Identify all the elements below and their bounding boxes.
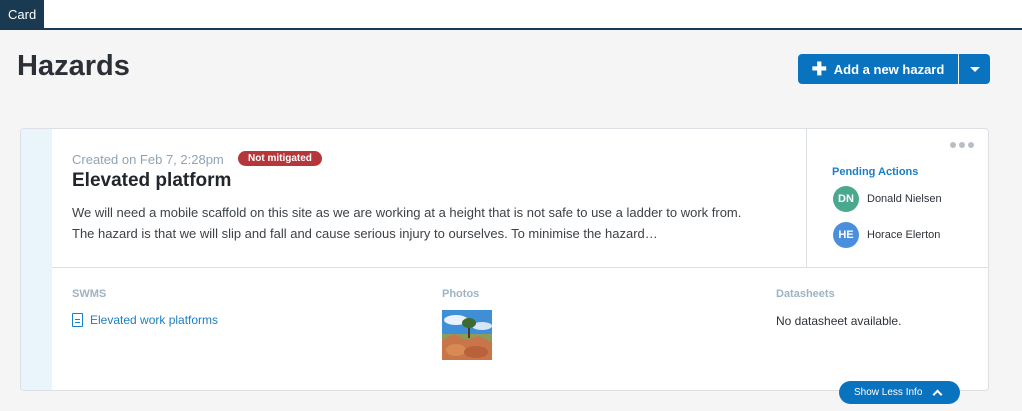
pending-person[interactable]: HE Horace Elerton [833, 222, 940, 248]
page-title: Hazards [17, 50, 130, 82]
add-hazard-button[interactable]: ✚ Add a new hazard [798, 54, 958, 84]
show-less-button[interactable]: Show Less Info [839, 381, 960, 404]
avatar: HE [833, 222, 859, 248]
datasheets-label: Datasheets [776, 288, 835, 300]
no-datasheet-text: No datasheet available. [776, 314, 902, 328]
show-less-label: Show Less Info [854, 387, 923, 398]
photo-thumbnail[interactable] [442, 310, 492, 360]
top-bar: Card [0, 0, 1022, 30]
add-hazard-label: Add a new hazard [833, 61, 945, 77]
person-name: Donald Nielsen [867, 193, 942, 205]
person-name: Horace Elerton [867, 229, 941, 241]
pending-person[interactable]: DN Donald Nielsen [833, 186, 942, 212]
swms-link-text: Elevated work platforms [90, 313, 219, 327]
hazard-description: We will need a mobile scaffold on this s… [72, 205, 742, 241]
pending-actions-label: Pending Actions [832, 166, 919, 178]
document-icon [72, 313, 83, 327]
card-accent-bar [21, 129, 52, 390]
tab-card[interactable]: Card [0, 0, 45, 30]
card-divider-vertical [806, 129, 807, 267]
status-badge: Not mitigated [238, 151, 322, 166]
plus-icon: ✚ [811, 59, 827, 79]
photos-label: Photos [442, 288, 480, 300]
swms-label: SWMS [72, 288, 107, 300]
add-hazard-dropdown-button[interactable] [959, 54, 990, 84]
add-hazard-split-button: ✚ Add a new hazard [798, 54, 990, 84]
avatar: DN [833, 186, 859, 212]
caret-down-icon [969, 66, 980, 72]
more-horizontal-icon[interactable] [950, 142, 974, 148]
chevron-up-icon [932, 389, 943, 400]
hazard-title[interactable]: Elevated platform [72, 170, 231, 192]
landscape-photo [442, 310, 492, 360]
card-divider-horizontal [52, 267, 988, 268]
swms-link[interactable]: Elevated work platforms [72, 313, 218, 327]
hazard-card: Created on Feb 7, 2:28pm Not mitigated E… [20, 128, 989, 404]
created-date: Created on Feb 7, 2:28pm [72, 152, 224, 167]
